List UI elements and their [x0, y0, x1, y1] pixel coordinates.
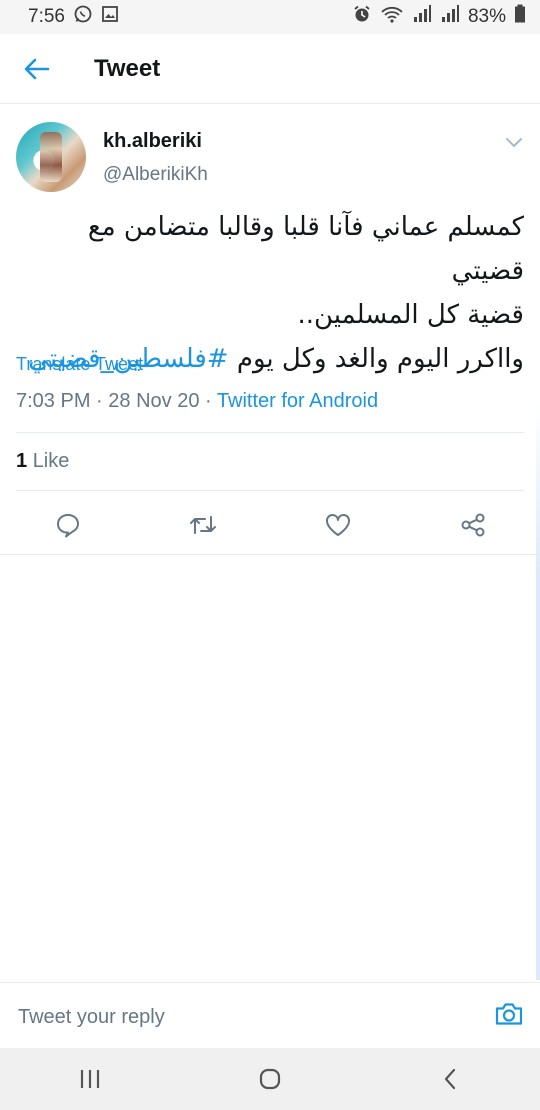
signal-icon [412, 5, 432, 29]
page-title: Tweet [94, 54, 161, 82]
app-bar: Tweet [0, 34, 540, 104]
system-back-button[interactable] [420, 1054, 480, 1104]
tweet-text-line-2: قضية كل المسلمين.. [297, 300, 524, 330]
reply-input[interactable] [16, 997, 480, 1037]
back-arrow-icon [24, 58, 50, 79]
signal-icon-2 [440, 5, 460, 29]
reply-button[interactable] [0, 497, 135, 553]
tweet-source-link[interactable]: Twitter for Android [217, 390, 378, 412]
heart-icon [325, 514, 350, 536]
meta-separator-2: · [205, 390, 212, 412]
back-button[interactable] [0, 34, 74, 104]
status-right: 83% [352, 4, 526, 30]
whatsapp-icon [73, 4, 93, 30]
like-count: 1 [16, 450, 28, 472]
translate-tweet-link[interactable]: Translate Tweet [16, 354, 143, 375]
battery-percent: 83% [467, 6, 506, 27]
divider [16, 490, 524, 491]
author-handle[interactable]: @AlberikiKh [103, 164, 208, 186]
home-button[interactable] [240, 1054, 300, 1104]
tweet-actions [0, 497, 540, 553]
status-bar: 7:56 83% [0, 0, 540, 34]
status-left: 7:56 [28, 4, 119, 30]
recent-apps-button[interactable] [60, 1054, 120, 1104]
likes-count[interactable]: 1 Like [16, 450, 69, 473]
home-icon [259, 1068, 281, 1090]
avatar[interactable] [16, 122, 86, 192]
wifi-icon [380, 4, 404, 30]
like-label: Like [32, 450, 70, 472]
tweet-meta: 7:03 PM · 28 Nov 20 · Twitter for Androi… [16, 390, 378, 413]
tweet-time: 7:03 PM [16, 390, 91, 412]
recent-apps-icon [80, 1070, 100, 1088]
camera-button[interactable] [494, 999, 524, 1029]
retweet-button[interactable] [135, 497, 270, 553]
divider [0, 554, 540, 555]
system-nav-bar [0, 1048, 540, 1110]
camera-icon [495, 1003, 523, 1025]
status-time: 7:56 [28, 6, 65, 27]
tweet-text-line-3-body: وااكرر اليوم والغد وكل يوم [236, 344, 524, 374]
reply-icon [56, 514, 79, 538]
tweet-header: kh.alberiki @AlberikiKh [0, 104, 540, 196]
alarm-icon [352, 4, 372, 30]
like-button[interactable] [270, 497, 405, 553]
battery-icon [514, 4, 526, 30]
share-icon [461, 513, 484, 537]
divider [16, 432, 524, 433]
meta-separator: · [96, 390, 103, 412]
tweet-text-line-1: كمسلم عماني فآنا قلبا وقالبا متضامن مع ق… [87, 212, 524, 286]
author-name[interactable]: kh.alberiki [103, 130, 202, 153]
nav-back-icon [444, 1068, 456, 1090]
chevron-down-icon [506, 138, 522, 147]
reply-bar [0, 982, 540, 1048]
tweet-menu-button[interactable] [504, 134, 524, 150]
tweet-date: 28 Nov 20 [108, 390, 200, 412]
scrollbar[interactable] [536, 400, 540, 980]
share-button[interactable] [405, 497, 540, 553]
gallery-icon [101, 5, 119, 29]
retweet-icon [189, 516, 216, 534]
